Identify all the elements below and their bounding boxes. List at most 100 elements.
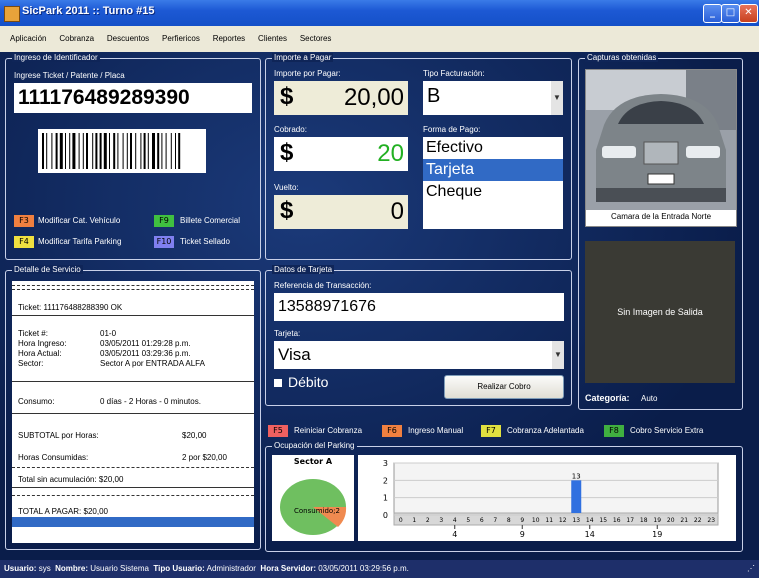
importe-symbol: $ bbox=[280, 83, 294, 110]
status-tipo-value: Administrador bbox=[206, 564, 256, 573]
forma-pago-tarjeta[interactable]: Tarjeta bbox=[423, 159, 563, 181]
close-button[interactable]: ✕ bbox=[739, 4, 758, 23]
key-f9[interactable]: F9 bbox=[154, 215, 174, 227]
chevron-down-icon[interactable]: ▼ bbox=[552, 341, 564, 369]
detalle-group-label: Detalle de Servicio bbox=[12, 265, 83, 274]
x-category-label: 22 bbox=[694, 517, 702, 524]
detalle-val-ingreso: 03/05/2011 01:29:28 p.m. bbox=[100, 339, 191, 348]
barcode-bar bbox=[175, 133, 176, 169]
tarjeta-select[interactable]: Visa ▼ bbox=[274, 341, 564, 369]
tipo-facturacion-select[interactable]: B ▼ bbox=[423, 81, 563, 115]
realizar-cobro-button[interactable]: Realizar Cobro bbox=[444, 375, 564, 399]
entrada-camera-caption: Camara de la Entrada Norte bbox=[610, 212, 712, 221]
barcode-bar bbox=[109, 133, 110, 169]
pie-chart bbox=[280, 479, 347, 535]
vuelto-value: 0 bbox=[390, 198, 404, 225]
menu-reportes[interactable]: Reportes bbox=[213, 34, 245, 43]
barcode-bar bbox=[140, 133, 142, 169]
y-tick-label: 2 bbox=[383, 476, 388, 485]
key-f10[interactable]: F10 bbox=[154, 236, 174, 248]
forma-pago-efectivo[interactable]: Efectivo bbox=[423, 137, 563, 159]
bar-data-label: 13 bbox=[572, 472, 581, 480]
y-tick-label: 1 bbox=[383, 494, 388, 503]
status-nombre-key: Nombre: bbox=[55, 564, 89, 573]
key-f7[interactable]: F7 bbox=[481, 425, 501, 437]
barcode-bar bbox=[51, 133, 53, 169]
app-icon bbox=[4, 6, 20, 22]
barcode-bar bbox=[103, 133, 107, 169]
x-category-label: 23 bbox=[707, 517, 715, 524]
x-tick-label: 9 bbox=[520, 530, 525, 539]
barcode-bar bbox=[78, 133, 80, 169]
detalle-key-sector: Sector: bbox=[18, 359, 44, 368]
entrada-camera-image: Camara de la Entrada Norte bbox=[585, 69, 737, 227]
key-f8[interactable]: F8 bbox=[604, 425, 624, 437]
menu-cobranza[interactable]: Cobranza bbox=[59, 34, 94, 43]
x-category-label: 16 bbox=[613, 517, 621, 524]
barcode-bar bbox=[86, 133, 88, 169]
barcode-bar bbox=[82, 133, 84, 169]
vuelto-symbol: $ bbox=[280, 197, 294, 224]
barcode-bar bbox=[130, 133, 132, 169]
cobrado-symbol: $ bbox=[280, 139, 294, 166]
subtotal-key: SUBTOTAL por Horas: bbox=[18, 431, 99, 440]
bar bbox=[571, 480, 582, 513]
tipo-facturacion-label: Tipo Facturación: bbox=[423, 69, 485, 78]
tarjeta-group: Datos de Tarjeta Referencia de Transacci… bbox=[265, 265, 572, 406]
barcode-bar bbox=[147, 133, 149, 169]
salida-camera-image: Sin Imagen de Salida bbox=[585, 241, 735, 383]
menu-bar: Aplicación Cobranza Descuentos Perfieric… bbox=[0, 26, 759, 53]
tipo-facturacion-value: B bbox=[427, 85, 441, 107]
identificador-field-label: Ingrese Ticket / Patente / Placa bbox=[14, 71, 125, 80]
bar-chart-panel: 0 1 2 3 0 1 2 3 4 5 6 7 8 9 10 11 12 13 13 14 15 16 17 18 19 20 21… bbox=[358, 455, 736, 541]
key-f3[interactable]: F3 bbox=[14, 215, 34, 227]
key-f4[interactable]: F4 bbox=[14, 236, 34, 248]
x-category-label: 0 bbox=[399, 517, 403, 524]
x-category-label: 8 bbox=[507, 517, 511, 524]
chevron-down-icon[interactable]: ▼ bbox=[551, 81, 563, 115]
main-panel: Ingreso de Identificador Ingrese Ticket … bbox=[0, 52, 759, 560]
barcode-bar bbox=[99, 133, 102, 169]
maximize-button[interactable]: □ bbox=[721, 4, 740, 23]
forma-pago-cheque[interactable]: Cheque bbox=[423, 181, 563, 203]
detalle-val-actual: 03/05/2011 03:29:36 p.m. bbox=[100, 349, 191, 358]
identificador-group: Ingreso de Identificador Ingrese Ticket … bbox=[5, 53, 261, 260]
x-category-label: 20 bbox=[667, 517, 675, 524]
key-f6-label: Ingreso Manual bbox=[408, 426, 464, 435]
menu-clientes[interactable]: Clientes bbox=[258, 34, 287, 43]
menu-perifericos[interactable]: Perfiericos bbox=[162, 34, 200, 43]
status-hora-value: 03/05/2011 03:29:56 p.m. bbox=[318, 564, 409, 573]
importe-group-label: Importe a Pagar bbox=[272, 53, 334, 62]
x-tick-label: 19 bbox=[652, 530, 662, 539]
menu-sectores[interactable]: Sectores bbox=[300, 34, 332, 43]
pie-chart-panel: Sector A Consumido;2 bbox=[272, 455, 354, 541]
tarjeta-value: Visa bbox=[278, 345, 311, 364]
identificador-input[interactable]: 111176489289390 bbox=[14, 83, 252, 113]
consumo-key: Consumo: bbox=[18, 397, 55, 406]
x-category-label: 17 bbox=[626, 517, 634, 524]
key-f5[interactable]: F5 bbox=[268, 425, 288, 437]
x-tick-label: 4 bbox=[452, 530, 457, 539]
status-tipo-key: Tipo Usuario: bbox=[153, 564, 205, 573]
total-a-pagar: TOTAL A PAGAR: $20,00 bbox=[18, 507, 108, 516]
debito-checkbox[interactable] bbox=[274, 379, 282, 387]
y-tick-label: 0 bbox=[383, 511, 388, 520]
detalle-key-actual: Hora Actual: bbox=[18, 349, 62, 358]
minimize-button[interactable]: _ bbox=[703, 4, 722, 23]
key-f6[interactable]: F6 bbox=[382, 425, 402, 437]
referencia-input[interactable]: 13588971676 bbox=[274, 293, 564, 321]
forma-pago-label: Forma de Pago: bbox=[423, 125, 481, 134]
menu-aplicacion[interactable]: Aplicación bbox=[10, 34, 46, 43]
ticket-line: Ticket: 111176488288390 OK bbox=[18, 303, 123, 312]
vuelto-field: $ 0 bbox=[274, 195, 408, 229]
status-bar: Usuario: sys Nombre: Usuario Sistema Tip… bbox=[0, 560, 759, 578]
status-nombre-value: Usuario Sistema bbox=[90, 564, 149, 573]
vuelto-label: Vuelto: bbox=[274, 183, 299, 192]
key-f3-label: Modificar Cat. Vehículo bbox=[38, 216, 121, 225]
capturas-group-label: Capturas obtenidas bbox=[585, 53, 659, 62]
menu-descuentos[interactable]: Descuentos bbox=[107, 34, 149, 43]
resize-grip-icon[interactable]: ⋰ bbox=[747, 564, 755, 573]
forma-pago-list[interactable]: Efectivo Tarjeta Cheque bbox=[423, 137, 563, 229]
cobrado-input[interactable]: $ 20 bbox=[274, 137, 408, 171]
x-tick-label: 14 bbox=[585, 530, 595, 539]
